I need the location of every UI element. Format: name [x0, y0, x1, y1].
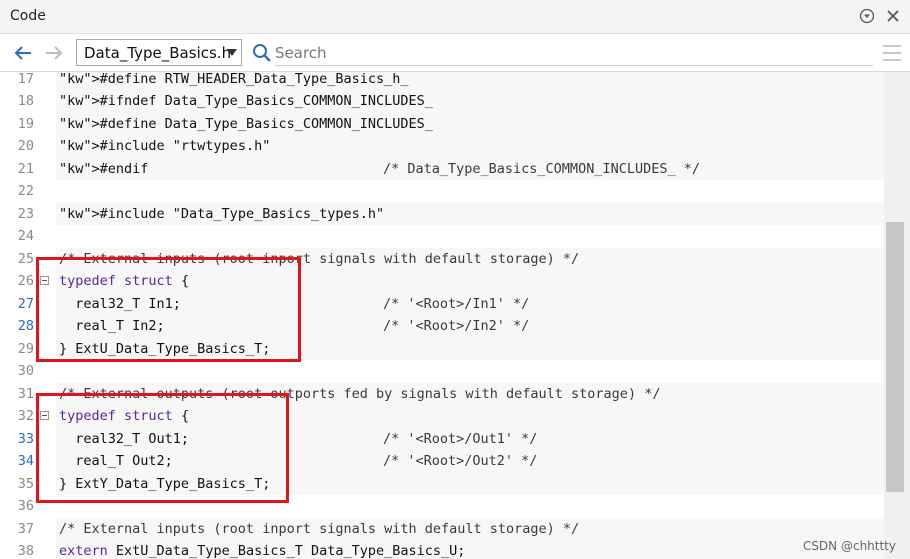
line-number: 22 — [17, 183, 34, 199]
code-text: "kw">#include "Data_Type_Basics_types.h" — [59, 205, 385, 222]
hamburger-menu-icon[interactable] — [882, 44, 902, 62]
code-text: "kw">#define RTW_HEADER_Data_Type_Basics… — [59, 72, 409, 87]
highlight-box-outputs — [36, 393, 289, 503]
code-line[interactable]: 37 /* External inputs (root inport signal… — [0, 517, 884, 540]
line-number[interactable]: 33 — [0, 428, 34, 451]
code-comment: /* '<Root>/Out2' */ — [383, 453, 538, 469]
code-line[interactable]: 20 "kw">#include "rtwtypes.h" — [0, 135, 884, 158]
dropdown-circle-icon — [859, 8, 875, 24]
line-number: 24 — [17, 228, 34, 244]
code-comment: /* '<Root>/Out1' */ — [383, 430, 538, 447]
line-number: 32 — [17, 408, 34, 424]
line-number: 30 — [17, 363, 34, 379]
code-comment: /* Data_Type_Basics_COMMON_INCLUDES_ */ — [383, 160, 700, 177]
code-text: /* External inputs (root inport signals … — [59, 520, 580, 537]
watermark: CSDN @chhttty — [802, 539, 896, 553]
line-number: 36 — [17, 498, 34, 514]
code-text: extern ExtU_Data_Type_Basics_T Data_Type… — [59, 543, 466, 559]
code-comment: /* '<Root>/In1' */ — [383, 295, 530, 312]
window-title: Code — [10, 8, 46, 24]
line-number[interactable]: 27 — [0, 293, 34, 316]
code-line[interactable]: 22 — [0, 180, 884, 203]
search-icon — [253, 44, 271, 62]
code-line[interactable]: 23 "kw">#include "Data_Type_Basics_types.… — [0, 202, 884, 225]
line-number: 35 — [17, 475, 34, 492]
code-comment: /* '<Root>/In2' */ — [383, 318, 530, 334]
arrow-left-icon — [14, 46, 31, 60]
code-text: "kw">#endif — [59, 160, 149, 177]
line-number: 37 — [17, 520, 34, 537]
line-number: 29 — [17, 340, 34, 357]
code-text: "kw">#include "rtwtypes.h" — [59, 138, 271, 154]
close-icon — [887, 10, 899, 22]
code-line[interactable]: 18 "kw">#ifndef Data_Type_Basics_COMMON_I… — [0, 90, 884, 113]
line-number: 31 — [17, 385, 34, 402]
back-button[interactable] — [13, 44, 33, 62]
line-number: 20 — [17, 138, 34, 154]
forward-button[interactable] — [44, 44, 64, 62]
line-number[interactable]: 28 — [0, 315, 34, 338]
chevron-down-icon — [227, 49, 237, 56]
close-button[interactable] — [884, 7, 902, 25]
code-line[interactable]: 38 extern ExtU_Data_Type_Basics_T Data_Ty… — [0, 540, 884, 559]
line-number: 25 — [17, 250, 34, 267]
line-number: 21 — [17, 160, 34, 177]
line-number: 17 — [17, 72, 34, 87]
line-number: 38 — [17, 543, 34, 559]
code-text: "kw">#ifndef Data_Type_Basics_COMMON_INC… — [59, 93, 433, 109]
code-line[interactable]: 19 "kw">#define Data_Type_Basics_COMMON_I… — [0, 112, 884, 135]
code-text: "kw">#define Data_Type_Basics_COMMON_INC… — [59, 115, 433, 132]
search-input[interactable] — [275, 38, 873, 66]
file-selector[interactable]: Data_Type_Basics.h — [76, 39, 242, 66]
code-line[interactable]: 21 "kw">#endif /* Data_Type_Basics_COMMON_… — [0, 157, 884, 180]
highlight-box-inputs — [36, 257, 301, 362]
code-line[interactable]: 30 — [0, 360, 884, 383]
scrollbar-thumb[interactable] — [886, 222, 904, 492]
code-line[interactable]: 24 — [0, 225, 884, 248]
line-number: 26 — [17, 273, 34, 289]
line-number: 18 — [17, 93, 34, 109]
line-number: 19 — [17, 115, 34, 132]
panel-options-button[interactable] — [858, 7, 876, 25]
code-toolbar: Data_Type_Basics.h — [0, 34, 910, 72]
line-number: 23 — [17, 205, 34, 222]
code-line[interactable]: 17 "kw">#define RTW_HEADER_Data_Type_Basi… — [0, 72, 884, 90]
arrow-right-icon — [46, 46, 63, 60]
line-number[interactable]: 34 — [0, 450, 34, 473]
file-selector-value: Data_Type_Basics.h — [84, 44, 232, 62]
window-titlebar: Code — [0, 0, 910, 34]
